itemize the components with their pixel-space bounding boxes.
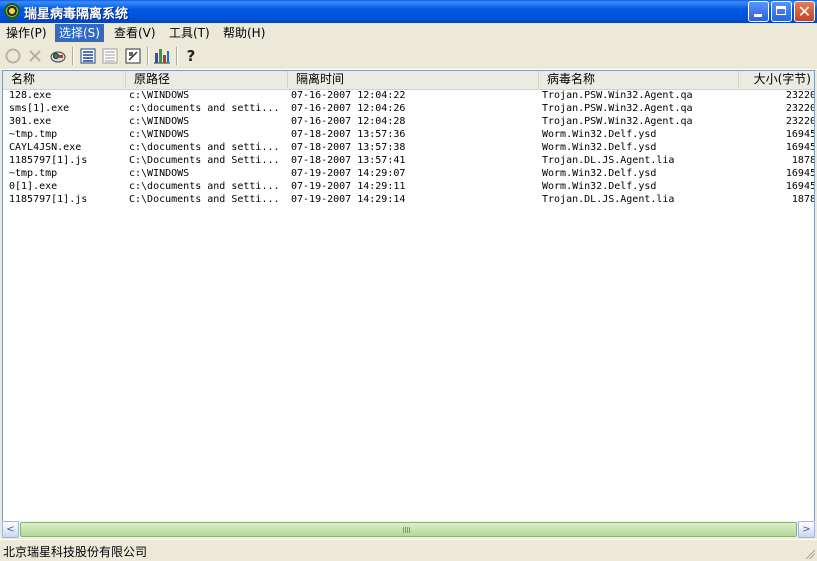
file-name: sms[1].exe <box>9 103 70 114</box>
virus-name: Worm.Win32.Delf.ysd <box>542 181 657 192</box>
file-size: 16945 <box>785 129 815 140</box>
file-size: 23220 <box>785 90 815 101</box>
quarantine-time: 07-19-2007 14:29:11 <box>291 181 406 192</box>
file-size: 23220 <box>785 116 815 127</box>
original-path: c:\documents and setti... <box>129 181 280 192</box>
scroll-thumb[interactable] <box>20 522 797 537</box>
original-path: c:\documents and setti... <box>129 142 280 153</box>
file-name: ~tmp.tmp <box>9 168 58 179</box>
restore-icon[interactable] <box>3 46 23 66</box>
toolbar-separator <box>72 47 74 65</box>
menu-view[interactable]: 查看(V) <box>110 24 160 42</box>
minimize-button[interactable] <box>748 1 769 22</box>
original-path: C:\Documents and Setti... <box>129 194 280 205</box>
column-size-header[interactable]: 大小(字节) <box>739 71 814 88</box>
virus-scan-icon[interactable] <box>48 46 68 66</box>
menu-help[interactable]: 帮助(H) <box>219 24 269 42</box>
original-path: c:\WINDOWS <box>129 129 190 140</box>
horizontal-scrollbar[interactable]: < > <box>2 521 815 538</box>
list-rows: 128.exe c:\WINDOWS 07-16-2007 12:04:22 T… <box>3 89 814 206</box>
quarantine-time: 07-16-2007 12:04:26 <box>291 103 406 114</box>
menu-bar: 操作(P) 选择(S) 查看(V) 工具(T) 帮助(H) <box>0 23 817 43</box>
column-name-header[interactable]: 名称 <box>3 71 126 88</box>
virus-name: Trojan.DL.JS.Agent.lia <box>542 155 675 166</box>
close-icon: ✕ <box>797 2 812 21</box>
file-name: 0[1].exe <box>9 181 58 192</box>
menu-select[interactable]: 选择(S) <box>55 24 104 42</box>
scroll-right-button[interactable]: > <box>798 521 815 538</box>
quarantine-time: 07-19-2007 14:29:14 <box>291 194 406 205</box>
virus-name: Worm.Win32.Delf.ysd <box>542 168 657 179</box>
file-name: ~tmp.tmp <box>9 129 58 140</box>
column-time-header[interactable]: 隔离时间 <box>288 71 539 88</box>
file-name: 1185797[1].js <box>9 194 88 205</box>
virus-name: Trojan.PSW.Win32.Agent.qa <box>542 103 693 114</box>
toolbar-separator <box>176 47 178 65</box>
delete-icon[interactable] <box>25 46 45 66</box>
help-icon[interactable]: ? <box>181 46 201 66</box>
maximize-button[interactable] <box>771 1 792 22</box>
virus-name: Trojan.PSW.Win32.Agent.qa <box>542 116 693 127</box>
window-title: 瑞星病毒隔离系统 <box>24 7 129 22</box>
file-size: 16945 <box>785 181 815 192</box>
quarantine-time: 07-16-2007 12:04:28 <box>291 116 406 127</box>
file-name: 128.exe <box>9 90 52 101</box>
file-size: 23220 <box>785 103 815 114</box>
table-row[interactable]: 128.exe c:\WINDOWS 07-16-2007 12:04:22 T… <box>3 89 814 102</box>
quarantine-list[interactable]: 名称 原路径 隔离时间 病毒名称 大小(字节) 128.exe c:\WINDO… <box>2 70 815 522</box>
status-bar: 北京瑞星科技股份有限公司 <box>0 539 817 561</box>
file-size: 16945 <box>785 142 815 153</box>
menu-operation[interactable]: 操作(P) <box>2 24 51 42</box>
grip-icon <box>403 527 411 533</box>
toolbar: ? <box>0 43 817 70</box>
file-name: 1185797[1].js <box>9 155 88 166</box>
column-path-header[interactable]: 原路径 <box>126 71 288 88</box>
original-path: c:\WINDOWS <box>129 90 190 101</box>
table-row[interactable]: 1185797[1].js C:\Documents and Setti... … <box>3 154 814 167</box>
menu-tools[interactable]: 工具(T) <box>165 24 214 42</box>
file-name: 301.exe <box>9 116 52 127</box>
quarantine-time: 07-18-2007 13:57:36 <box>291 129 406 140</box>
minimize-icon <box>754 14 762 17</box>
table-row[interactable]: 1185797[1].js C:\Documents and Setti... … <box>3 193 814 206</box>
file-size: 16945 <box>785 168 815 179</box>
scroll-left-button[interactable]: < <box>2 521 19 538</box>
original-path: c:\WINDOWS <box>129 116 190 127</box>
file-size: 1878 <box>791 194 815 205</box>
original-path: c:\documents and setti... <box>129 103 280 114</box>
table-row[interactable]: CAYL4JSN.exe c:\documents and setti... 0… <box>3 141 814 154</box>
original-path: C:\Documents and Setti... <box>129 155 280 166</box>
table-row[interactable]: 0[1].exe c:\documents and setti... 07-19… <box>3 180 814 193</box>
app-logo-icon[interactable] <box>4 3 20 19</box>
statistics-icon[interactable] <box>152 46 172 66</box>
app-window: 瑞星病毒隔离系统 ✕ 操作(P) 选择(S) 查看(V) 工具(T) 帮助(H) <box>0 0 817 561</box>
column-virus-header[interactable]: 病毒名称 <box>539 71 739 88</box>
virus-name: Worm.Win32.Delf.ysd <box>542 129 657 140</box>
table-row[interactable]: 301.exe c:\WINDOWS 07-16-2007 12:04:28 T… <box>3 115 814 128</box>
title-bar[interactable]: 瑞星病毒隔离系统 ✕ <box>0 0 817 23</box>
file-name: CAYL4JSN.exe <box>9 142 82 153</box>
file-size: 1878 <box>791 155 815 166</box>
table-row[interactable]: sms[1].exe c:\documents and setti... 07-… <box>3 102 814 115</box>
invert-selection-icon[interactable] <box>123 46 143 66</box>
status-text: 北京瑞星科技股份有限公司 <box>3 545 148 559</box>
virus-name: Worm.Win32.Delf.ysd <box>542 142 657 153</box>
resize-grip-icon[interactable] <box>803 547 815 559</box>
quarantine-time: 07-19-2007 14:29:07 <box>291 168 406 179</box>
original-path: c:\WINDOWS <box>129 168 190 179</box>
maximize-icon <box>776 6 786 15</box>
virus-name: Trojan.PSW.Win32.Agent.qa <box>542 90 693 101</box>
close-button[interactable]: ✕ <box>794 1 815 22</box>
table-row[interactable]: ~tmp.tmp c:\WINDOWS 07-19-2007 14:29:07 … <box>3 167 814 180</box>
toolbar-separator <box>147 47 149 65</box>
select-all-icon[interactable] <box>78 46 98 66</box>
list-header: 名称 原路径 隔离时间 病毒名称 大小(字节) <box>3 71 814 90</box>
quarantine-time: 07-18-2007 13:57:41 <box>291 155 406 166</box>
select-none-icon[interactable] <box>100 46 120 66</box>
quarantine-time: 07-16-2007 12:04:22 <box>291 90 406 101</box>
table-row[interactable]: ~tmp.tmp c:\WINDOWS 07-18-2007 13:57:36 … <box>3 128 814 141</box>
virus-name: Trojan.DL.JS.Agent.lia <box>542 194 675 205</box>
quarantine-time: 07-18-2007 13:57:38 <box>291 142 406 153</box>
